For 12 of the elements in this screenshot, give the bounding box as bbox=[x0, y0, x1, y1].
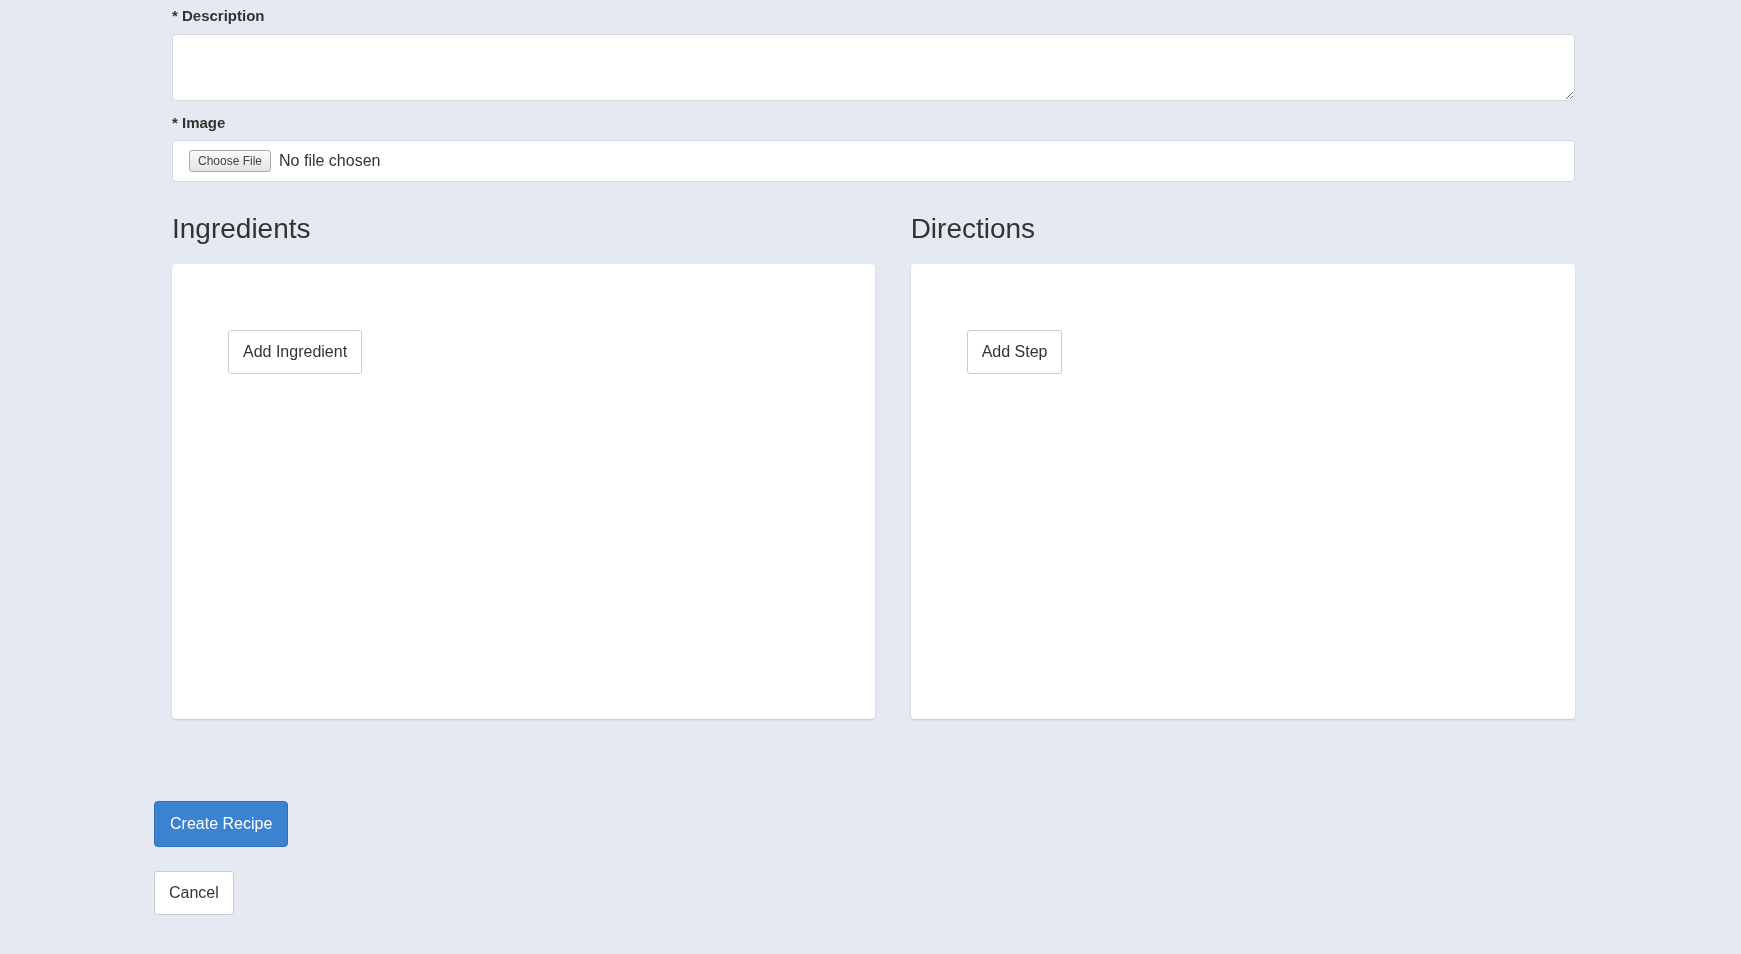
section-heading: Ingredients bbox=[172, 212, 311, 246]
field-label: * Image bbox=[172, 112, 226, 133]
file-field[interactable]: Choose File No file chosen bbox=[172, 140, 1575, 182]
cancel-button[interactable]: Cancel bbox=[154, 871, 234, 915]
field-label: * Description bbox=[172, 6, 265, 26]
description-field[interactable] bbox=[172, 33, 1575, 101]
add-button[interactable]: Add Step bbox=[966, 330, 1063, 374]
file-status: No file chosen bbox=[279, 151, 381, 171]
choose-file-button[interactable]: Choose File bbox=[189, 150, 272, 172]
section-heading: Directions bbox=[910, 212, 1036, 246]
add-button[interactable]: Add Ingredient bbox=[228, 330, 363, 374]
create-button[interactable]: Create Recipe bbox=[154, 801, 289, 847]
